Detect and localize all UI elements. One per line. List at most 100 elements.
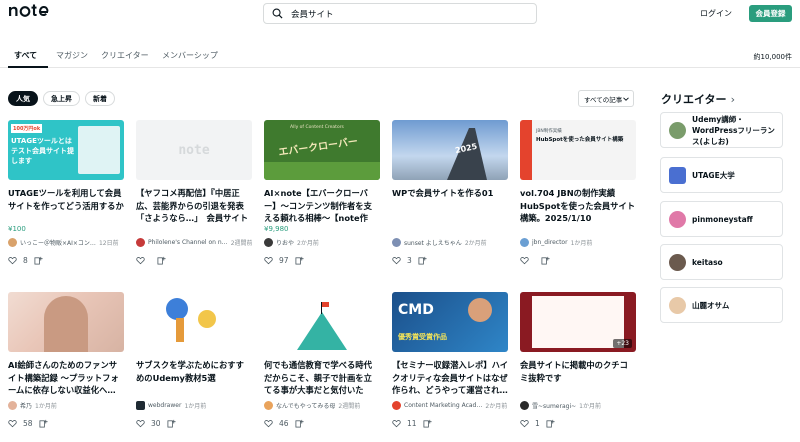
article-thumbnail[interactable]: CMD 優秀賞受賞作品	[392, 292, 508, 352]
article-title[interactable]: サブスクを学ぶためにおすすめのUdemy教材5選	[136, 359, 252, 397]
article-thumbnail[interactable]: 2025	[392, 120, 508, 180]
signup-button[interactable]: 会員登録	[749, 5, 792, 22]
search-icon	[272, 8, 283, 19]
article-actions: 8	[8, 256, 124, 265]
avatar	[520, 400, 529, 410]
heart-icon[interactable]	[392, 419, 401, 428]
article-actions: 1	[520, 419, 636, 428]
avatar	[8, 400, 17, 410]
thumb-text: UTAGEツールとはテスト会員サイト提します	[11, 137, 74, 165]
article-author[interactable]: 希乃 1か月前	[8, 400, 124, 410]
article-title[interactable]: 【ヤフコメ再配信】『中居正広、芸能界からの引退を発表「さようなら…」 会員サイト…	[136, 187, 252, 225]
heart-icon[interactable]	[264, 419, 273, 428]
article-author[interactable]: sunset よしえちゃん 2か月前	[392, 237, 508, 247]
article-thumbnail[interactable]: 100万円ok UTAGEツールとはテスト会員サイト提します	[8, 120, 124, 180]
magazine-add-icon[interactable]	[295, 256, 304, 265]
article-author[interactable]: Content Marketing Acad… 2か月前	[392, 400, 508, 410]
article-title[interactable]: AI絵師さんのためのファンサイト構築記録 〜プラットフォームに依存しない収益化へ…	[8, 359, 124, 397]
thumb-badge: 100万円ok	[11, 124, 43, 133]
avatar	[520, 237, 529, 247]
article-price: ¥9,980	[264, 225, 289, 233]
magazine-add-icon[interactable]	[167, 419, 176, 428]
article-thumbnail[interactable]: +23	[520, 292, 636, 352]
creator-card[interactable]: Udemy講師・WordPressフリーランス(よしお)	[660, 112, 783, 148]
filter-rising[interactable]: 急上昇	[43, 91, 80, 106]
article-author[interactable]: りおや 2か月前	[264, 237, 380, 247]
article-card[interactable]: +23 会員サイトに掲載中のクチコミ抜粋です 雪~sumeragi~ 1か月前 1	[520, 292, 636, 428]
login-link[interactable]: ログイン	[700, 8, 732, 19]
article-price	[392, 225, 508, 234]
article-author[interactable]: いっこー＠物販×AI×コン… 12日前	[8, 237, 124, 247]
heart-icon[interactable]	[520, 419, 529, 428]
avatar	[669, 121, 686, 139]
magazine-add-icon[interactable]	[546, 419, 555, 428]
thumb-more-count: +23	[613, 339, 632, 348]
search-input[interactable]	[291, 8, 511, 19]
note-logo[interactable]	[8, 2, 60, 22]
article-author[interactable]: webdrawer 1か月前	[136, 400, 252, 410]
like-count: 11	[407, 419, 417, 428]
article-title[interactable]: 何でも通信教育で学べる時代だからこそ、親子で計画を立てる事が大事だと気付いた話。	[264, 359, 380, 397]
article-card[interactable]: Ally of Content Creators エバークローバー AI×not…	[264, 120, 380, 265]
article-title[interactable]: vol.704 JBNの制作実績HubSpotを使った会員サイト構築。2025/…	[520, 187, 636, 225]
magazine-add-icon[interactable]	[295, 419, 304, 428]
article-date: 1か月前	[35, 402, 57, 410]
creator-card[interactable]: 山麗オサム	[660, 287, 783, 323]
creator-card[interactable]: keitaso	[660, 244, 783, 280]
article-card[interactable]: JBN制作実績 HubSpotを使った会員サイト構築 vol.704 JBNの制…	[520, 120, 636, 265]
article-card[interactable]: 何でも通信教育で学べる時代だからこそ、親子で計画を立てる事が大事だと気付いた話。…	[264, 292, 380, 428]
article-title[interactable]: 【セミナー収録潜入レポ】ハイクオリティな会員サイトはなぜ作られ、どうやって運営さ…	[392, 359, 508, 397]
filter-new[interactable]: 新着	[85, 91, 115, 106]
tab-creator[interactable]: クリエイター	[101, 50, 149, 61]
thumb-text: CMD	[398, 302, 434, 318]
article-thumbnail[interactable]	[264, 292, 380, 352]
tab-all[interactable]: すべて	[14, 50, 37, 61]
tab-magazine[interactable]: マガジン	[56, 50, 88, 61]
article-thumbnail[interactable]: JBN制作実績 HubSpotを使った会員サイト構築	[520, 120, 636, 180]
creator-name: pinmoneystaff	[692, 214, 753, 224]
tab-membership[interactable]: メンバーシップ	[162, 50, 218, 61]
search-box[interactable]	[263, 3, 537, 24]
author-name: Philolene's Channel on n…	[148, 238, 228, 246]
heart-icon[interactable]	[8, 419, 17, 428]
article-title[interactable]: AI×note【エバークローバー】〜コンテンツ制作者を支える頼れる相棒〜【not…	[264, 187, 380, 225]
article-card[interactable]: 100万円ok UTAGEツールとはテスト会員サイト提します UTAGEツールを…	[8, 120, 124, 265]
sidebar-title[interactable]: クリエイター ›	[661, 91, 735, 107]
article-thumbnail[interactable]: note	[136, 120, 252, 180]
magazine-add-icon[interactable]	[34, 256, 43, 265]
article-card[interactable]: サブスクを学ぶためにおすすめのUdemy教材5選 webdrawer 1か月前 3…	[136, 292, 252, 428]
magazine-add-icon[interactable]	[423, 419, 432, 428]
article-date: 2週間前	[338, 402, 361, 410]
heart-icon[interactable]	[392, 256, 401, 265]
magazine-add-icon[interactable]	[157, 256, 166, 265]
magazine-add-icon[interactable]	[39, 419, 48, 428]
magazine-add-icon[interactable]	[541, 256, 550, 265]
article-author[interactable]: Philolene's Channel on n… 2週間前	[136, 237, 252, 247]
heart-icon[interactable]	[8, 256, 17, 265]
article-card[interactable]: 2025 WPで会員サイトを作る01 sunset よしえちゃん 2か月前 3	[392, 120, 508, 265]
article-thumbnail[interactable]	[136, 292, 252, 352]
thumb-caption: Ally of Content Creators	[290, 125, 344, 130]
article-card[interactable]: note 【ヤフコメ再配信】『中居正広、芸能界からの引退を発表「さようなら…」 …	[136, 120, 252, 265]
heart-icon[interactable]	[136, 419, 145, 428]
article-author[interactable]: jbn_director 1か月前	[520, 237, 636, 247]
note-logo-icon	[9, 4, 49, 17]
article-thumbnail[interactable]	[8, 292, 124, 352]
filter-popular[interactable]: 人気	[8, 91, 38, 106]
article-title[interactable]: WPで会員サイトを作る01	[392, 187, 508, 225]
heart-icon[interactable]	[264, 256, 273, 265]
heart-icon[interactable]	[136, 256, 145, 265]
heart-icon[interactable]	[520, 256, 529, 265]
article-thumbnail[interactable]: Ally of Content Creators エバークローバー	[264, 120, 380, 180]
article-card[interactable]: CMD 優秀賞受賞作品 【セミナー収録潜入レポ】ハイクオリティな会員サイトはなぜ…	[392, 292, 508, 428]
thumb-text: note	[178, 142, 210, 158]
article-author[interactable]: 雪~sumeragi~ 1か月前	[520, 400, 636, 410]
creator-card[interactable]: UTAGE大学	[660, 157, 783, 193]
article-card[interactable]: AI絵師さんのためのファンサイト構築記録 〜プラットフォームに依存しない収益化へ…	[8, 292, 124, 428]
magazine-add-icon[interactable]	[418, 256, 427, 265]
article-title[interactable]: 会員サイトに掲載中のクチコミ抜粋です	[520, 359, 636, 397]
creator-card[interactable]: pinmoneystaff	[660, 201, 783, 237]
article-author[interactable]: なんでもやってみる母 2週間前	[264, 400, 380, 410]
article-title[interactable]: UTAGEツールを利用して会員サイトを作ってどう活用するか	[8, 187, 124, 225]
sort-select[interactable]: すべての記事	[578, 90, 634, 107]
